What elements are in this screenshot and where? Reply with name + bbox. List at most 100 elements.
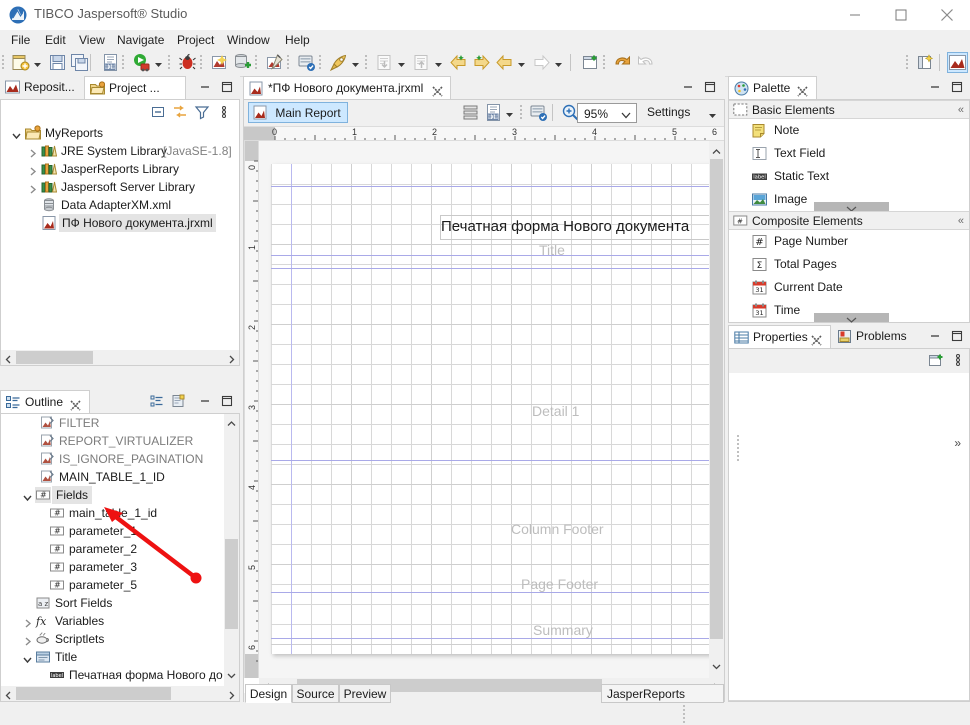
collapse-chevrons-icon[interactable]: « xyxy=(958,101,964,119)
outline-item-variables[interactable]: fx Variables xyxy=(1,612,223,630)
hscroll-thumb[interactable] xyxy=(16,687,171,700)
palette-item-note[interactable]: Note xyxy=(729,119,969,142)
outline-item-sort-fields[interactable]: a z Sort Fields xyxy=(1,594,223,612)
view-menu-icon[interactable] xyxy=(216,104,232,120)
menu-navigate[interactable]: Navigate xyxy=(112,32,169,48)
tree-item-data-adapter[interactable]: Data AdapterXM.xml xyxy=(1,196,239,214)
download-dropdown-chevron-down-icon[interactable] xyxy=(397,58,406,67)
close-tab-icon[interactable] xyxy=(797,82,808,97)
design-canvas[interactable]: Печатная форма Нового документа Title De… xyxy=(259,141,709,678)
tab-outline[interactable]: Outline xyxy=(0,390,90,413)
outline-vscrollbar[interactable] xyxy=(224,414,239,686)
tree-item-jasperreports-library[interactable]: JasperReports Library xyxy=(1,160,239,178)
scroll-down-icon[interactable] xyxy=(712,660,721,674)
settings-chevron-down-icon[interactable] xyxy=(708,109,717,118)
outline-hscrollbar[interactable] xyxy=(1,686,239,701)
minimize-icon[interactable] xyxy=(832,0,878,30)
outline-layers-icon[interactable] xyxy=(171,393,187,409)
sort-outline-icon[interactable] xyxy=(149,393,165,409)
palette-scroll-down-composite[interactable] xyxy=(814,313,889,323)
tab-preview[interactable]: Preview xyxy=(339,684,391,703)
style-wand-icon[interactable] xyxy=(264,52,285,73)
palette-group-basic-elements[interactable]: Basic Elements « xyxy=(729,100,969,119)
outline-item-parameter-1[interactable]: # parameter_1 xyxy=(1,522,223,540)
band-separator[interactable] xyxy=(271,638,709,639)
tree-item-jre-system-library[interactable]: JRE System Library [JavaSE-1.8] xyxy=(1,142,239,160)
chevron-down-icon[interactable] xyxy=(22,652,33,664)
run-green-icon[interactable] xyxy=(131,52,152,73)
minimize-panel-icon[interactable] xyxy=(197,79,213,95)
chevron-right-icon[interactable] xyxy=(27,182,38,194)
scroll-left-icon[interactable] xyxy=(4,353,13,367)
tab-design[interactable]: Design xyxy=(245,684,292,703)
maximize-panel-icon[interactable] xyxy=(949,328,965,344)
palette-item-text-field[interactable]: Text Field xyxy=(729,142,969,165)
maximize-panel-icon[interactable] xyxy=(219,393,235,409)
tree-item-jaspersoft-server-library[interactable]: Jaspersoft Server Library xyxy=(1,178,239,196)
status-bar-handle[interactable] xyxy=(683,705,685,723)
debug-bug-icon[interactable] xyxy=(177,52,198,73)
outline-item-title-band[interactable]: Title xyxy=(1,648,223,666)
palette-scroll-down-basic[interactable] xyxy=(814,202,889,212)
tab-source[interactable]: Source xyxy=(292,684,339,703)
rocket-icon[interactable] xyxy=(328,52,349,73)
tab-problems[interactable]: Problems xyxy=(832,325,930,348)
chevron-right-icon[interactable] xyxy=(27,164,38,176)
tab-main-report[interactable]: Main Report xyxy=(248,102,348,123)
outline-item-report-virtualizer[interactable]: REPORT_VIRTUALIZER xyxy=(1,432,223,450)
dataset-dropdown-chevron-down-icon[interactable] xyxy=(505,108,514,117)
minimize-panel-icon[interactable] xyxy=(927,328,943,344)
maximize-icon[interactable] xyxy=(878,0,924,30)
outline-item-parameter-3[interactable]: # parameter_3 xyxy=(1,558,223,576)
report-config-icon[interactable] xyxy=(528,102,549,123)
menu-file[interactable]: File xyxy=(6,32,35,48)
compile-report-icon[interactable]: 010 xyxy=(100,52,121,73)
database-add-icon[interactable] xyxy=(232,52,253,73)
close-tab-icon[interactable] xyxy=(70,396,81,411)
palette-group-composite-elements[interactable]: # Composite Elements « xyxy=(729,211,969,230)
menu-help[interactable]: Help xyxy=(280,32,315,48)
outline-item-fields[interactable]: # Fields xyxy=(1,486,223,504)
open-perspective-icon[interactable] xyxy=(915,52,936,73)
collapse-all-icon[interactable] xyxy=(150,104,166,120)
outline-item-parameter-2[interactable]: # parameter_2 xyxy=(1,540,223,558)
jaspersoft-perspective-icon[interactable] xyxy=(947,52,968,73)
upload-dropdown-chevron-down-icon[interactable] xyxy=(434,58,443,67)
vscroll-thumb[interactable] xyxy=(225,539,238,629)
link-with-editor-icon[interactable] xyxy=(172,104,188,120)
outline-item-main-table-1-id[interactable]: MAIN_TABLE_1_ID xyxy=(1,468,223,486)
tree-item-jrxml-file[interactable]: ПФ Нового документа.jrxml xyxy=(1,214,239,232)
back-arrow-icon[interactable] xyxy=(448,52,469,73)
menu-edit[interactable]: Edit xyxy=(40,32,71,48)
properties-content[interactable]: » xyxy=(729,373,969,701)
chevron-down-icon[interactable] xyxy=(621,109,631,119)
outline-item-is-ignore-pagination[interactable]: IS_IGNORE_PAGINATION xyxy=(1,450,223,468)
scroll-right-icon[interactable] xyxy=(227,689,236,703)
tab-jrxml-editor[interactable]: *ПФ Нового документа.jrxml xyxy=(243,76,451,99)
new-file-icon[interactable] xyxy=(10,52,31,73)
menu-project[interactable]: Project xyxy=(172,32,219,48)
save-icon[interactable] xyxy=(47,52,68,73)
view-menu-icon[interactable] xyxy=(950,352,966,368)
scroll-left-icon[interactable] xyxy=(4,689,13,703)
band-separator[interactable] xyxy=(271,592,709,593)
chevron-right-icon[interactable] xyxy=(22,634,33,646)
tab-project-explorer[interactable]: Project ... xyxy=(84,76,259,99)
band-separator[interactable] xyxy=(271,186,709,187)
prev-dropdown-chevron-down-icon[interactable] xyxy=(517,58,526,67)
collapse-chevrons-icon[interactable]: « xyxy=(958,212,964,230)
tree-item-myreports[interactable]: MyReports xyxy=(1,124,239,142)
next-dropdown-chevron-down-icon[interactable] xyxy=(554,58,563,67)
new-window-icon[interactable] xyxy=(580,52,601,73)
tab-repository[interactable]: Reposit... xyxy=(0,76,83,99)
minimize-panel-icon[interactable] xyxy=(927,79,943,95)
run-dropdown-chevron-down-icon[interactable] xyxy=(154,58,163,67)
project-tree-hscrollbar[interactable] xyxy=(1,350,239,365)
outline-item-main-table-1-id-field[interactable]: # main_table_1_id xyxy=(1,504,223,522)
outline-item-parameter-5[interactable]: # parameter_5 xyxy=(1,576,223,594)
palette-item-current-date[interactable]: 31 Current Date xyxy=(729,276,969,299)
scroll-up-icon[interactable] xyxy=(227,417,236,431)
scroll-down-icon[interactable] xyxy=(227,669,236,683)
minimize-panel-icon[interactable] xyxy=(197,393,213,409)
chevron-right-icon[interactable] xyxy=(27,146,38,158)
